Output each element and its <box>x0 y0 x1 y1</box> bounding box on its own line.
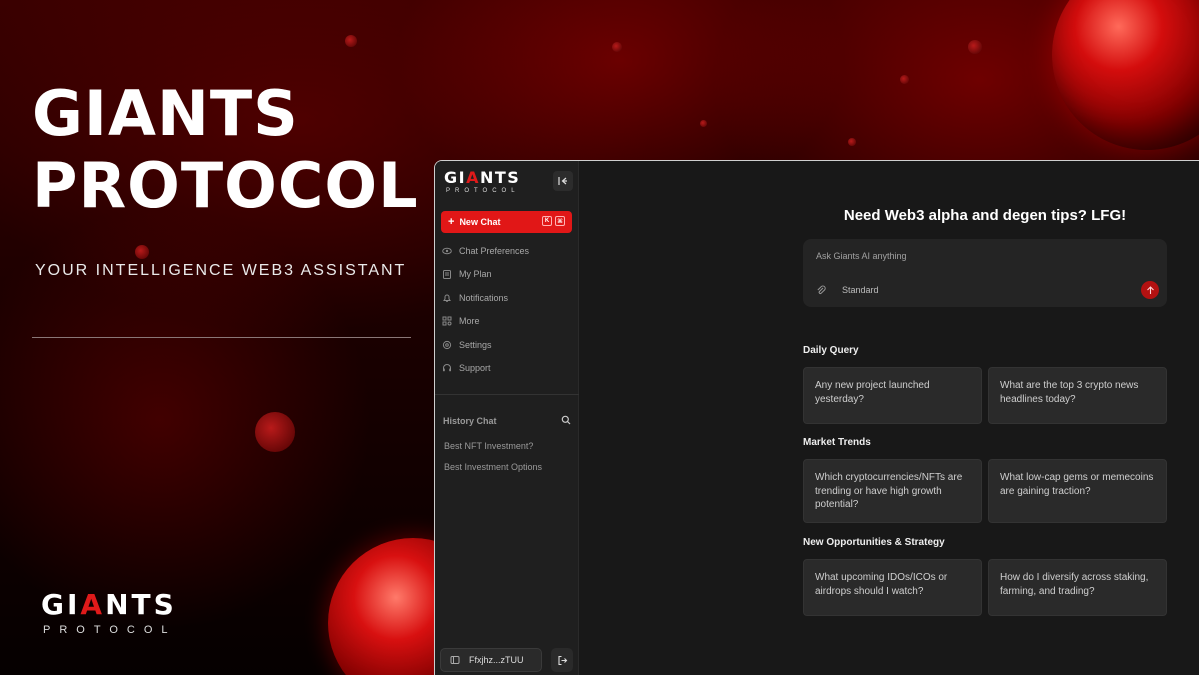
section-title-market-trends: Market Trends <box>803 437 871 448</box>
history-title: History Chat <box>443 416 497 426</box>
grid-icon <box>441 315 453 327</box>
logout-icon <box>557 655 567 665</box>
new-chat-button[interactable]: + New Chat K ⌘ <box>441 211 572 233</box>
speck-decoration <box>700 120 707 127</box>
bell-icon <box>441 292 453 304</box>
speck-decoration <box>968 40 982 54</box>
history-item[interactable]: Best Investment Options <box>444 462 542 472</box>
suggestion-card[interactable]: What are the top 3 crypto news headlines… <box>988 367 1167 424</box>
speck-decoration <box>255 412 295 452</box>
suggestion-card[interactable]: How do I diversify across staking, farmi… <box>988 559 1167 616</box>
sidebar-item-chat-preferences[interactable]: Chat Preferences <box>441 239 573 263</box>
suggestion-card[interactable]: What low-cap gems or memecoins are gaini… <box>988 459 1167 523</box>
wallet-icon <box>450 655 460 665</box>
gear-icon <box>441 339 453 351</box>
collapse-sidebar-button[interactable] <box>553 171 573 191</box>
headset-icon <box>441 362 453 374</box>
page-title: Need Web3 alpha and degen tips? LFG! <box>843 207 1127 224</box>
section-title-daily-query: Daily Query <box>803 345 859 356</box>
shortcut-key: K <box>542 216 552 226</box>
mode-selector[interactable]: Standard <box>842 285 879 295</box>
search-icon[interactable] <box>561 412 571 430</box>
shortcut-key: ⌘ <box>555 216 565 226</box>
logout-button[interactable] <box>551 648 573 672</box>
ask-box[interactable]: Ask Giants AI anything Standard <box>803 239 1167 307</box>
history-item[interactable]: Best NFT Investment? <box>444 441 533 451</box>
speck-decoration <box>848 138 856 146</box>
sidebar-item-more[interactable]: More <box>441 310 573 334</box>
wallet-address: Ffxjhz...zTUU <box>469 655 524 665</box>
sidebar-item-notifications[interactable]: Notifications <box>441 286 573 310</box>
speck-decoration <box>345 35 357 47</box>
eye-icon <box>441 245 453 257</box>
sidebar: GIANTS PROTOCOL + New Chat K ⌘ Chat Pref… <box>435 161 579 675</box>
wallet-button[interactable]: Ffxjhz...zTUU <box>440 648 542 672</box>
section-title-new-opportunities: New Opportunities & Strategy <box>803 537 945 548</box>
hero-subtitle: YOUR INTELLIGENCE WEB3 ASSISTANT <box>35 262 407 279</box>
logo-wordmark: GIANTS <box>41 588 177 621</box>
plus-icon: + <box>448 216 455 228</box>
hero-title: GIANTS PROTOCOL <box>32 78 432 222</box>
arrow-up-icon <box>1146 285 1154 294</box>
sidebar-item-settings[interactable]: Settings <box>441 333 573 357</box>
sidebar-menu: Chat Preferences My Plan Notifications M… <box>441 239 573 380</box>
sidebar-divider <box>435 394 579 395</box>
app-window: GIANTS PROTOCOL + New Chat K ⌘ Chat Pref… <box>434 160 1199 675</box>
sidebar-item-my-plan[interactable]: My Plan <box>441 263 573 287</box>
new-chat-label: New Chat <box>459 217 501 227</box>
main-panel: Need Web3 alpha and degen tips? LFG! Ask… <box>579 161 1199 675</box>
speck-decoration <box>135 245 149 259</box>
sidebar-item-support[interactable]: Support <box>441 357 573 381</box>
ask-input[interactable]: Ask Giants AI anything <box>816 251 907 261</box>
attach-icon[interactable] <box>816 283 826 301</box>
collapse-icon <box>558 177 567 185</box>
suggestion-card[interactable]: Which cryptocurrencies/NFTs are trending… <box>803 459 982 523</box>
suggestion-card[interactable]: What upcoming IDOs/ICOs or airdrops shou… <box>803 559 982 616</box>
history-header: History Chat <box>443 412 571 430</box>
clipboard-icon <box>441 268 453 280</box>
hero-title-line2: PROTOCOL <box>32 149 419 222</box>
logo-tagline: PROTOCOL <box>43 624 177 636</box>
suggestion-card[interactable]: Any new project launched yesterday? <box>803 367 982 424</box>
sidebar-logo: GIANTS PROTOCOL <box>444 168 521 195</box>
hero-title-line1: GIANTS <box>32 77 299 150</box>
brand-logo: GIANTS PROTOCOL <box>41 588 177 637</box>
send-button[interactable] <box>1141 281 1159 299</box>
speck-decoration <box>900 75 909 84</box>
divider <box>32 337 411 338</box>
speck-decoration <box>612 42 622 52</box>
